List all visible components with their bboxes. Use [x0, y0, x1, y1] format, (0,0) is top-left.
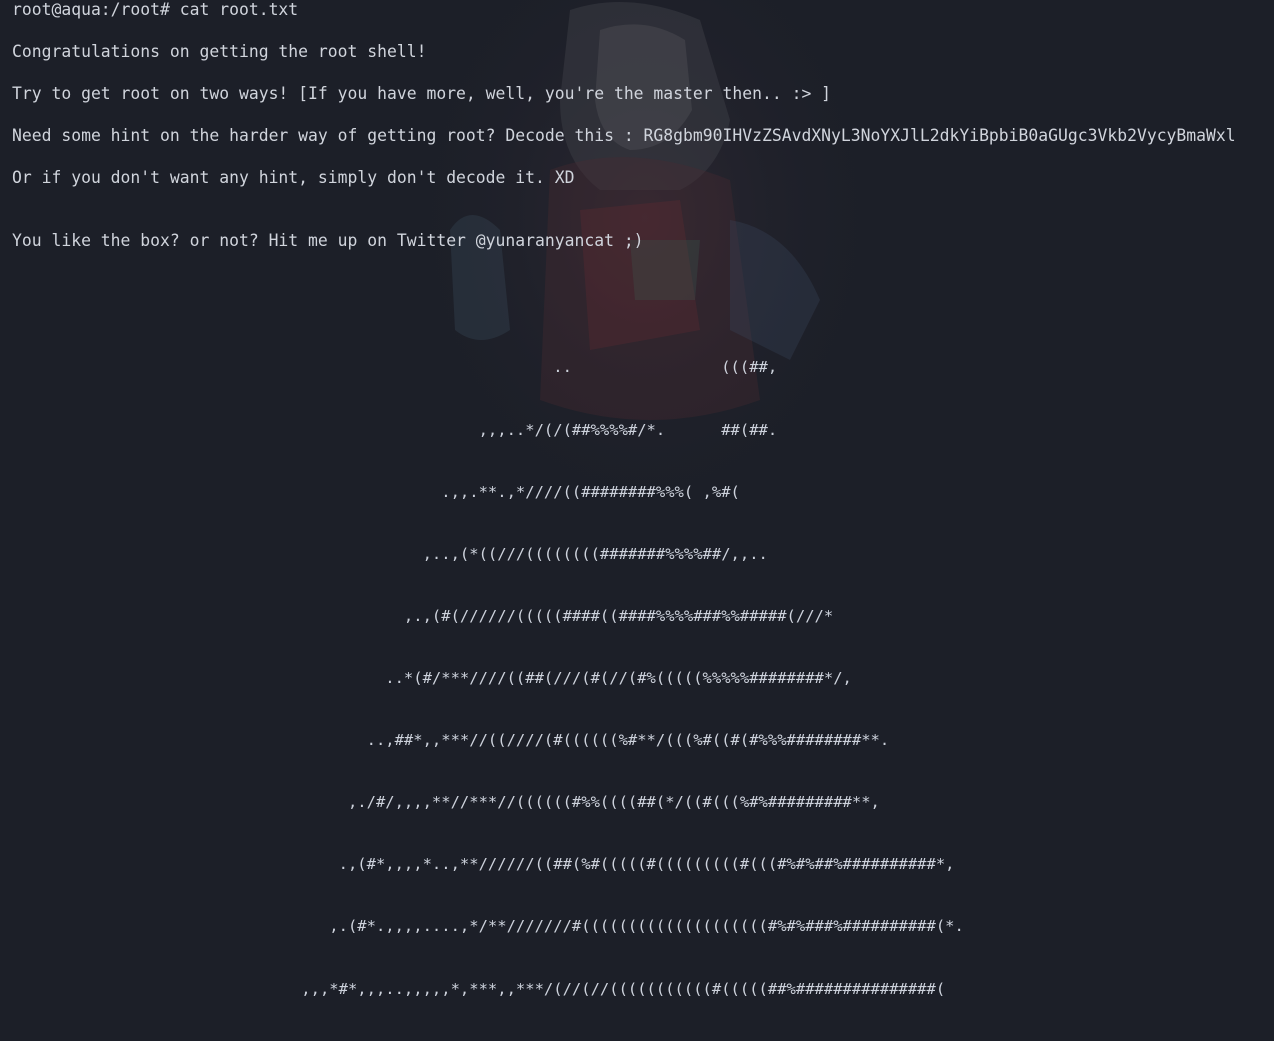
twitter-line: You like the box? or not? Hit me up on T…: [12, 231, 644, 250]
try-root-line: Try to get root on two ways! [If you hav…: [12, 84, 832, 103]
ascii-art-row: ..,##*,,***//((////(#((((((%#**/(((%#((#…: [12, 731, 890, 750]
ascii-art-row: .,(#*,,,,*..,**//////((##(%#(((((#((((((…: [12, 855, 955, 874]
ascii-art-row: ,,,*#*,,,..,,,,,*,***,,***/(//(//(((((((…: [12, 979, 946, 998]
terminal-output: root@aqua:/root# cat root.txt Congratula…: [12, 0, 1274, 998]
ascii-art-row: ..*(#/***////((##(///(#(//(#%(((((%%%%%#…: [12, 668, 852, 687]
ascii-art-row: ,,,..*/(/(##%%%%#/*. ##(##.: [12, 420, 778, 439]
ascii-art-row: .,,.**.,*////((########%%%( ,%#(: [12, 482, 740, 501]
ascii-art-row: ,.,(#(//////(((((####((####%%%%###%%####…: [12, 606, 834, 625]
ascii-art-row: ,./#/,,,,**//***//((((((#%%((((##(*/((#(…: [12, 793, 880, 812]
congrats-line: Congratulations on getting the root shel…: [12, 42, 427, 61]
ascii-art: .. (((##, ,,,..*/(/(##%%%%#/*. ##(##. .,…: [12, 316, 964, 1041]
shell-prompt-line: root@aqua:/root# cat root.txt: [12, 0, 299, 19]
no-hint-line: Or if you don't want any hint, simply do…: [12, 168, 575, 187]
ascii-art-row: ,..,(*((///((((((((#######%%%%##/,,..: [12, 544, 768, 563]
hint-line: Need some hint on the harder way of gett…: [12, 126, 1236, 145]
ascii-art-row: .. (((##,: [12, 358, 778, 377]
ascii-art-row: ,.(#*.,,,,....,*/**///////#(((((((((((((…: [12, 917, 964, 936]
